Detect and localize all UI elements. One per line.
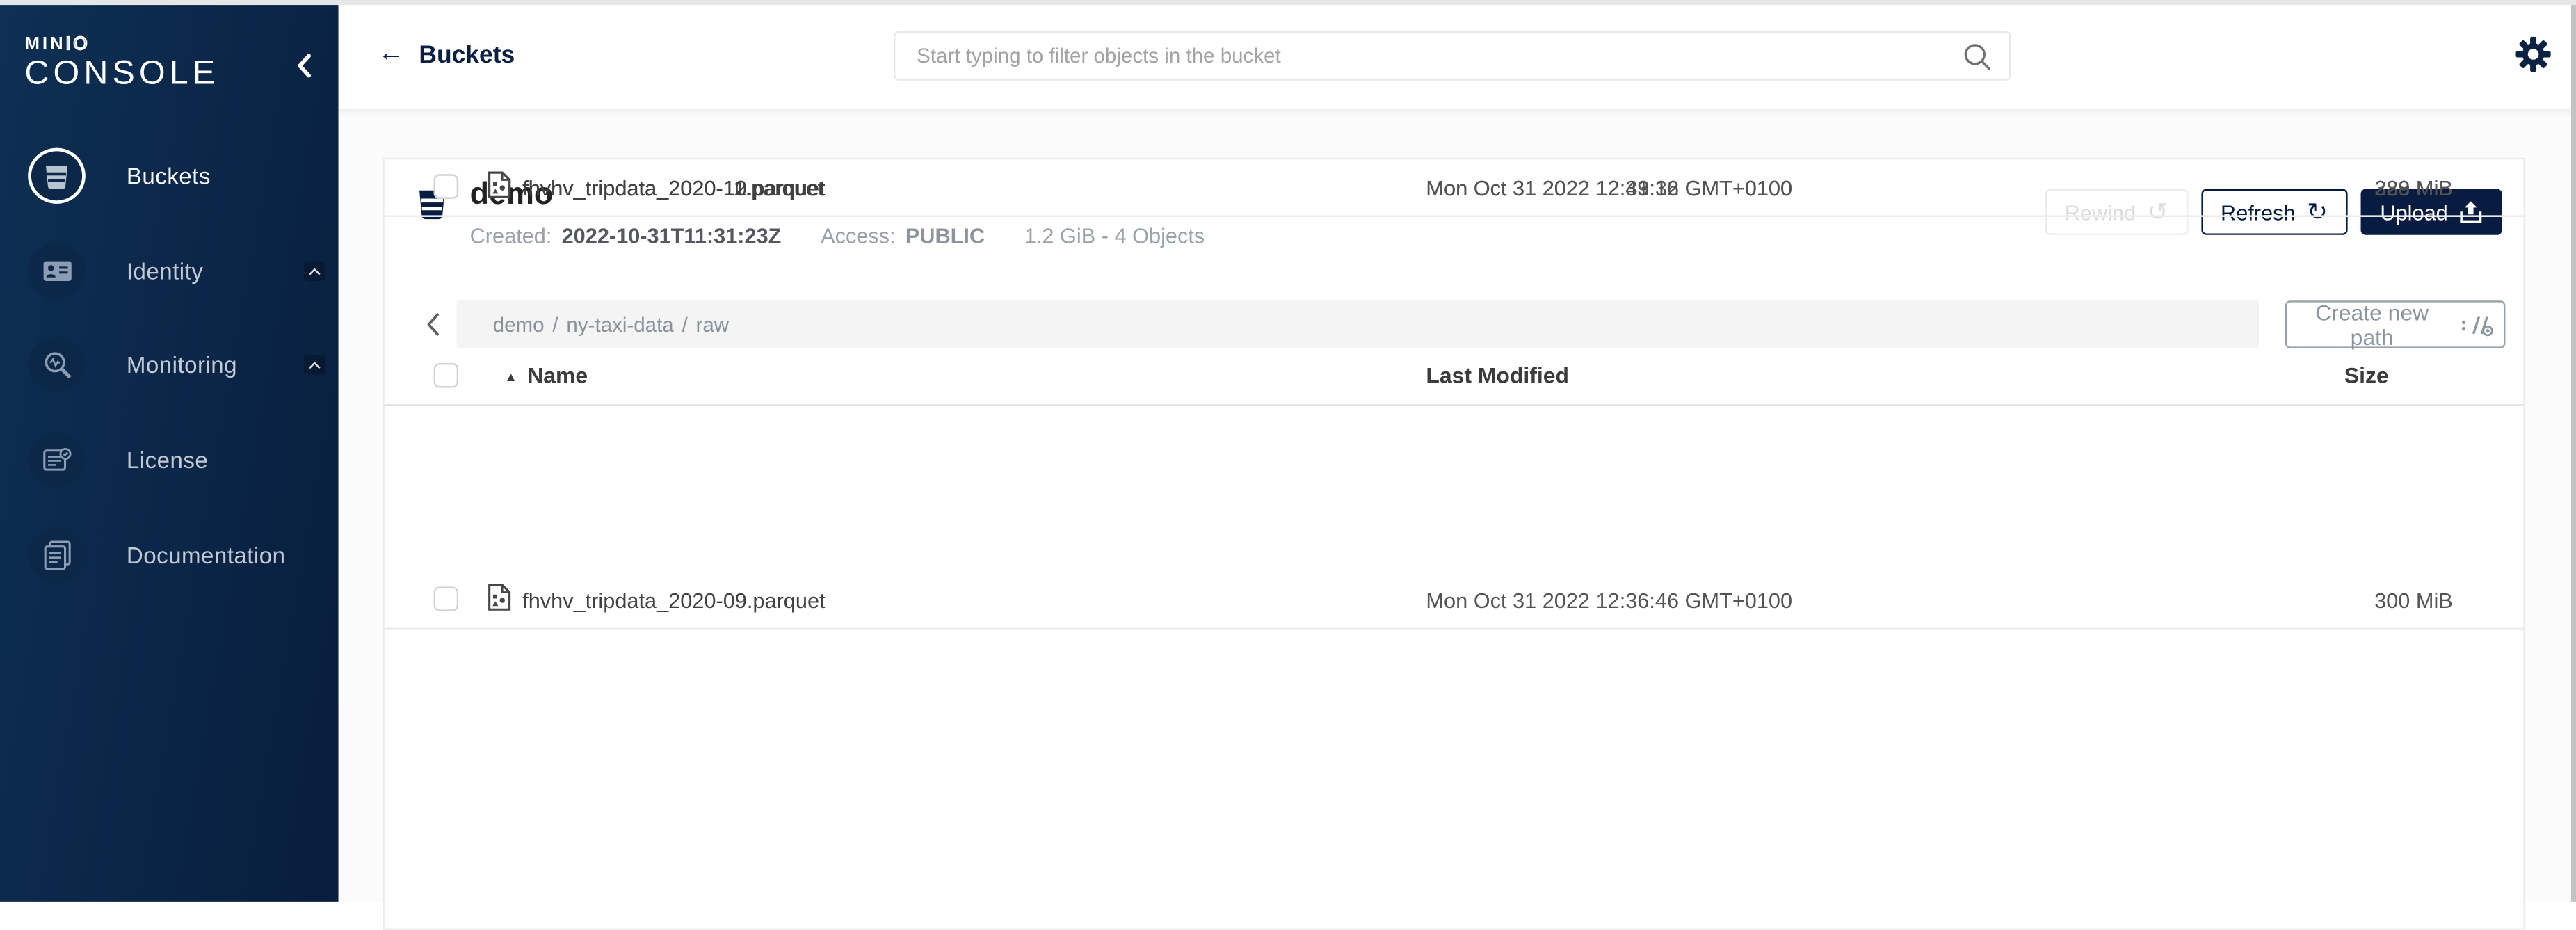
breadcrumb-separator: / <box>552 313 558 336</box>
column-header-name[interactable]: Name <box>527 363 588 387</box>
sidebar-item-buckets[interactable]: Buckets <box>28 146 325 205</box>
documentation-icon <box>28 527 86 583</box>
sidebar-item-label: Monitoring <box>127 352 237 378</box>
table-header: ▲ Name Last Modified Size <box>385 348 2524 406</box>
chevron-left-icon <box>425 312 440 337</box>
create-path-label: Create new path <box>2296 300 2447 349</box>
bucket-icon <box>28 148 86 204</box>
column-header-size[interactable]: Size <box>2344 363 2389 387</box>
content-area: demo Created: 2022-10-31T11:31:23Z Acces… <box>339 109 2576 901</box>
select-all-checkbox[interactable] <box>434 363 458 387</box>
identity-card-icon <box>28 243 86 299</box>
topbar: ← Buckets <box>339 0 2576 110</box>
object-last-modified: Mon Oct 31 2022 12:43:12 GMT+0100 <box>1426 176 1792 200</box>
sidebar-item-label: License <box>127 447 208 474</box>
chevron-left-icon <box>296 53 312 79</box>
sidebar-item-label: Buckets <box>127 163 211 189</box>
monitoring-icon <box>28 337 86 392</box>
table-row[interactable]: fhvhv_tripdata_2020-09.parquet Mon Oct 3… <box>385 572 2524 630</box>
object-name: fhvhv_tripdata_2020-12.parquet <box>522 176 825 200</box>
breadcrumb: demo / ny-taxi-data / raw <box>493 313 729 336</box>
breadcrumb-item-bucket[interactable]: demo <box>493 313 545 336</box>
sidebar-item-documentation[interactable]: Documentation <box>28 526 325 585</box>
file-icon <box>488 584 511 620</box>
sidebar-item-label: Documentation <box>127 543 286 569</box>
breadcrumb-separator: / <box>682 313 688 336</box>
sidebar: MINIO CONSOLE Buckets Identity <box>0 0 339 901</box>
path-bar: demo / ny-taxi-data / raw Create new pat… <box>408 300 2506 348</box>
chevron-up-icon[interactable] <box>304 355 325 374</box>
file-icon <box>488 171 511 207</box>
create-path-button[interactable]: Create new path <box>2285 300 2506 348</box>
scrollbar[interactable] <box>2570 5 2576 901</box>
back-arrow-icon: ← <box>378 40 404 67</box>
object-last-modified: Mon Oct 31 2022 12:36:46 GMT+0100 <box>1426 588 1792 613</box>
page-title: Buckets <box>419 40 515 68</box>
sidebar-item-license[interactable]: License <box>28 431 325 490</box>
chevron-up-icon[interactable] <box>304 262 325 281</box>
license-icon <box>28 432 86 488</box>
breadcrumb-item-current: raw <box>696 313 730 336</box>
sidebar-item-label: Identity <box>127 258 203 284</box>
column-header-last-modified[interactable]: Last Modified <box>1426 363 1569 387</box>
logo-min: MIN <box>24 35 65 54</box>
search-box <box>894 31 2011 81</box>
breadcrumb-item-folder[interactable]: ny-taxi-data <box>566 313 673 336</box>
bucket-usage: 1.2 GiB - 4 Objects <box>1024 223 1205 248</box>
app-window: MINIO CONSOLE Buckets Identity <box>0 0 2576 901</box>
created-value: 2022-10-31T11:31:23Z <box>562 223 782 248</box>
sidebar-item-monitoring[interactable]: Monitoring <box>28 335 325 394</box>
bucket-panel: demo Created: 2022-10-31T11:31:23Z Acces… <box>383 158 2525 930</box>
logo-io: IO <box>65 35 90 54</box>
window-top-edge <box>0 0 2576 5</box>
back-button[interactable]: ← <box>378 41 404 67</box>
search-input[interactable] <box>894 31 2011 81</box>
logo-wordmark: MINIO <box>24 36 219 54</box>
breadcrumb-bar: demo / ny-taxi-data / raw <box>408 300 2259 348</box>
row-checkbox[interactable] <box>434 174 458 198</box>
breadcrumb-back-button[interactable] <box>408 300 457 348</box>
search-icon <box>1962 41 1993 72</box>
sidebar-item-identity[interactable]: Identity <box>28 241 325 300</box>
minio-console-logo: MINIO CONSOLE <box>24 36 219 90</box>
logo-console: CONSOLE <box>24 56 219 90</box>
access-label: Access: <box>821 223 896 248</box>
access-value: PUBLIC <box>905 223 985 248</box>
settings-button[interactable] <box>2515 36 2552 72</box>
sidebar-collapse-button[interactable] <box>292 51 315 81</box>
bucket-meta: Created: 2022-10-31T11:31:23Z Access: PU… <box>470 223 1205 248</box>
created-label: Created: <box>470 223 552 248</box>
object-size: 300 MiB <box>2374 588 2453 613</box>
object-size: 289 MiB <box>2374 176 2453 200</box>
create-path-icon <box>2461 313 2494 336</box>
gear-icon <box>2515 36 2552 72</box>
table-row[interactable]: fhvhv_tripdata_2020-12.parquet Mon Oct 3… <box>385 159 2524 217</box>
row-checkbox[interactable] <box>434 586 458 611</box>
page-header: ← Buckets <box>378 0 515 109</box>
sort-asc-icon[interactable]: ▲ <box>504 370 517 385</box>
object-name: fhvhv_tripdata_2020-09.parquet <box>522 588 825 613</box>
